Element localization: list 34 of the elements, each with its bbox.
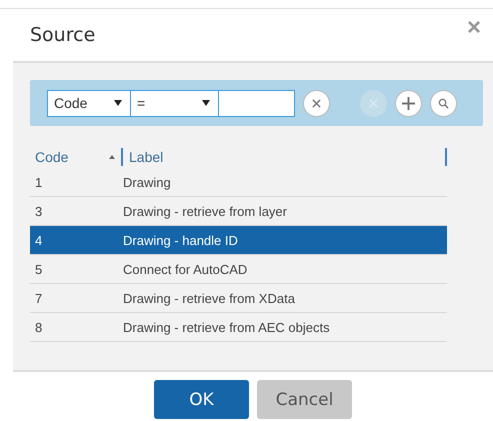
value-field[interactable] [219, 90, 295, 116]
add-button[interactable] [395, 90, 422, 116]
code-cell-text: 3 [34, 204, 44, 218]
dropdown-arrow-icon [202, 100, 210, 106]
code-cell-text: 4 [34, 232, 44, 248]
table-row[interactable]: 8 Drawing - retrieve from AEC objects [30, 313, 447, 342]
search-icon [438, 98, 449, 108]
clear-button[interactable] [303, 90, 330, 116]
cancel-button[interactable]: Cancel [257, 380, 352, 419]
plus-icon [402, 96, 415, 110]
search-button[interactable] [430, 90, 457, 116]
code-cell-text: 8 [34, 320, 44, 334]
label-cell: Connect for AutoCAD [123, 262, 248, 276]
operator-dropdown[interactable]: = [131, 90, 219, 116]
close-icon [369, 98, 378, 108]
label-cell: Drawing [123, 174, 171, 190]
ok-button[interactable]: OK [154, 380, 249, 419]
code-cell-text: 5 [34, 262, 44, 276]
label-cell: Drawing - retrieve from XData [123, 290, 295, 306]
label-cell: Drawing - retrieve from layer [123, 204, 287, 218]
table-row[interactable]: 5 Connect for AutoCAD [30, 255, 447, 284]
code-cell-text: 1 [34, 174, 44, 190]
label-cell: Drawing - handle ID [123, 232, 238, 248]
table-row[interactable]: 1 Drawing [30, 168, 447, 197]
close-icon [312, 98, 321, 108]
code-cell-text: 7 [34, 290, 44, 306]
table-row[interactable]: 4 Drawing - handle ID [30, 226, 447, 255]
table-row[interactable]: 7 Drawing - retrieve from XData [30, 284, 447, 313]
dialog-title: Source [30, 24, 96, 46]
column-header[interactable]: Label [129, 149, 445, 165]
dropdown-arrow-icon [114, 100, 122, 106]
field-dropdown[interactable]: Code [47, 90, 131, 116]
column-header[interactable]: Code [35, 149, 109, 165]
label-cell: Drawing - retrieve from AEC objects [123, 320, 330, 334]
